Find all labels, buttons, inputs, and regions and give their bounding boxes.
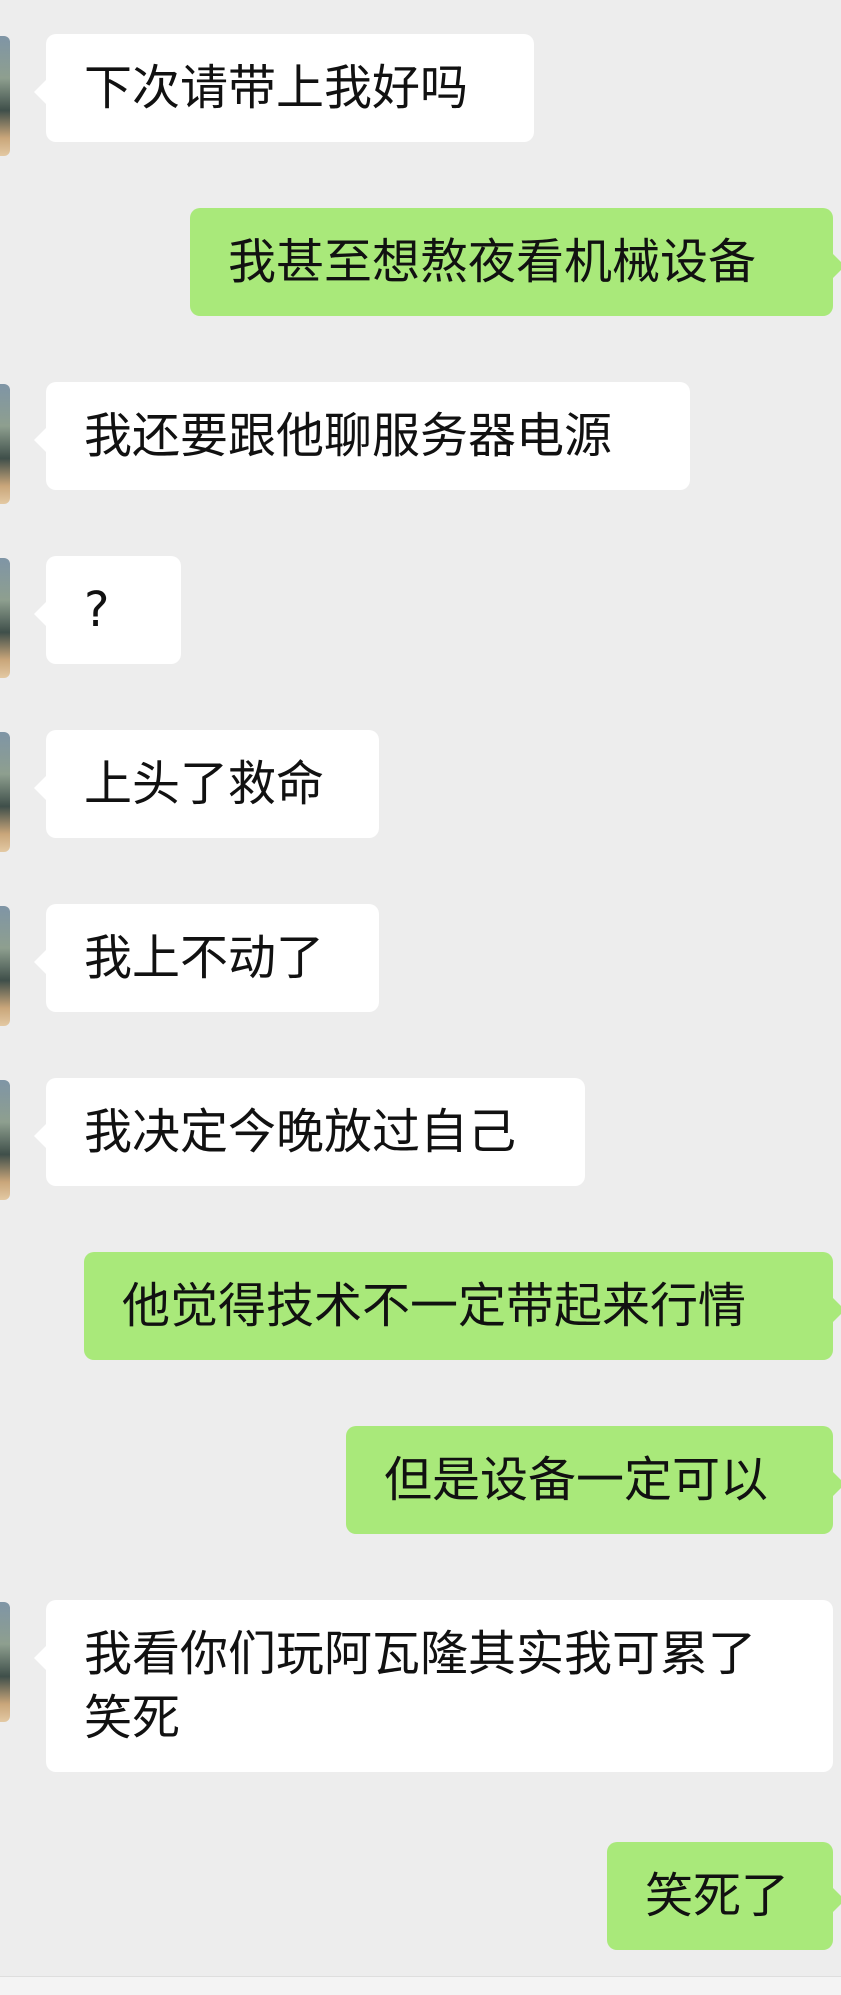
message-row: 下次请带上我好吗 [0,34,841,158]
incoming-message-bubble[interactable]: 我看你们玩阿瓦隆其实我可累了笑死 [34,1600,833,1772]
composer-bar-edge [0,1976,841,1995]
contact-avatar[interactable] [0,906,10,1026]
message-text: 下次请带上我好吗 [84,60,469,116]
contact-avatar[interactable] [0,384,10,504]
incoming-message-bubble[interactable]: ? [34,556,181,664]
contact-avatar[interactable] [0,1080,10,1200]
message-text: 上头了救命 [84,756,325,812]
message-row: 我甚至想熬夜看机械设备 [0,208,841,332]
message-text: 笑死了 [645,1868,790,1924]
message-row: 上头了救命 [0,730,841,854]
contact-avatar[interactable] [0,1602,10,1722]
outgoing-message-bubble[interactable]: 我甚至想熬夜看机械设备 [190,208,841,316]
outgoing-message-bubble[interactable]: 但是设备一定可以 [346,1426,841,1534]
message-row: 但是设备一定可以 [0,1426,841,1550]
chat-message-list[interactable]: 下次请带上我好吗 我甚至想熬夜看机械设备 我还要跟他聊服务器电源 ? 上头了救命… [0,0,841,1994]
incoming-message-bubble[interactable]: 我还要跟他聊服务器电源 [34,382,690,490]
incoming-message-bubble[interactable]: 我决定今晚放过自己 [34,1078,585,1186]
message-row: 我决定今晚放过自己 [0,1078,841,1202]
message-row: 我上不动了 [0,904,841,1028]
message-text: 但是设备一定可以 [384,1452,769,1508]
message-row: 笑死了 [0,1842,841,1966]
contact-avatar[interactable] [0,732,10,852]
message-text: 我看你们玩阿瓦隆其实我可累了笑死 [84,1626,757,1746]
message-row: ? [0,556,841,680]
message-text: 他觉得技术不一定带起来行情 [122,1278,747,1334]
message-row: 我看你们玩阿瓦隆其实我可累了笑死 [0,1600,841,1792]
message-row: 他觉得技术不一定带起来行情 [0,1252,841,1376]
incoming-message-bubble[interactable]: 我上不动了 [34,904,379,1012]
message-text: 我上不动了 [84,930,325,986]
message-text: 我甚至想熬夜看机械设备 [228,234,757,290]
incoming-message-bubble[interactable]: 下次请带上我好吗 [34,34,534,142]
contact-avatar[interactable] [0,558,10,678]
contact-avatar[interactable] [0,36,10,156]
message-text: ? [84,582,110,638]
message-text: 我决定今晚放过自己 [84,1104,517,1160]
message-text: 我还要跟他聊服务器电源 [84,408,613,464]
outgoing-message-bubble[interactable]: 他觉得技术不一定带起来行情 [84,1252,841,1360]
outgoing-message-bubble[interactable]: 笑死了 [607,1842,841,1950]
incoming-message-bubble[interactable]: 上头了救命 [34,730,379,838]
message-row: 我还要跟他聊服务器电源 [0,382,841,506]
